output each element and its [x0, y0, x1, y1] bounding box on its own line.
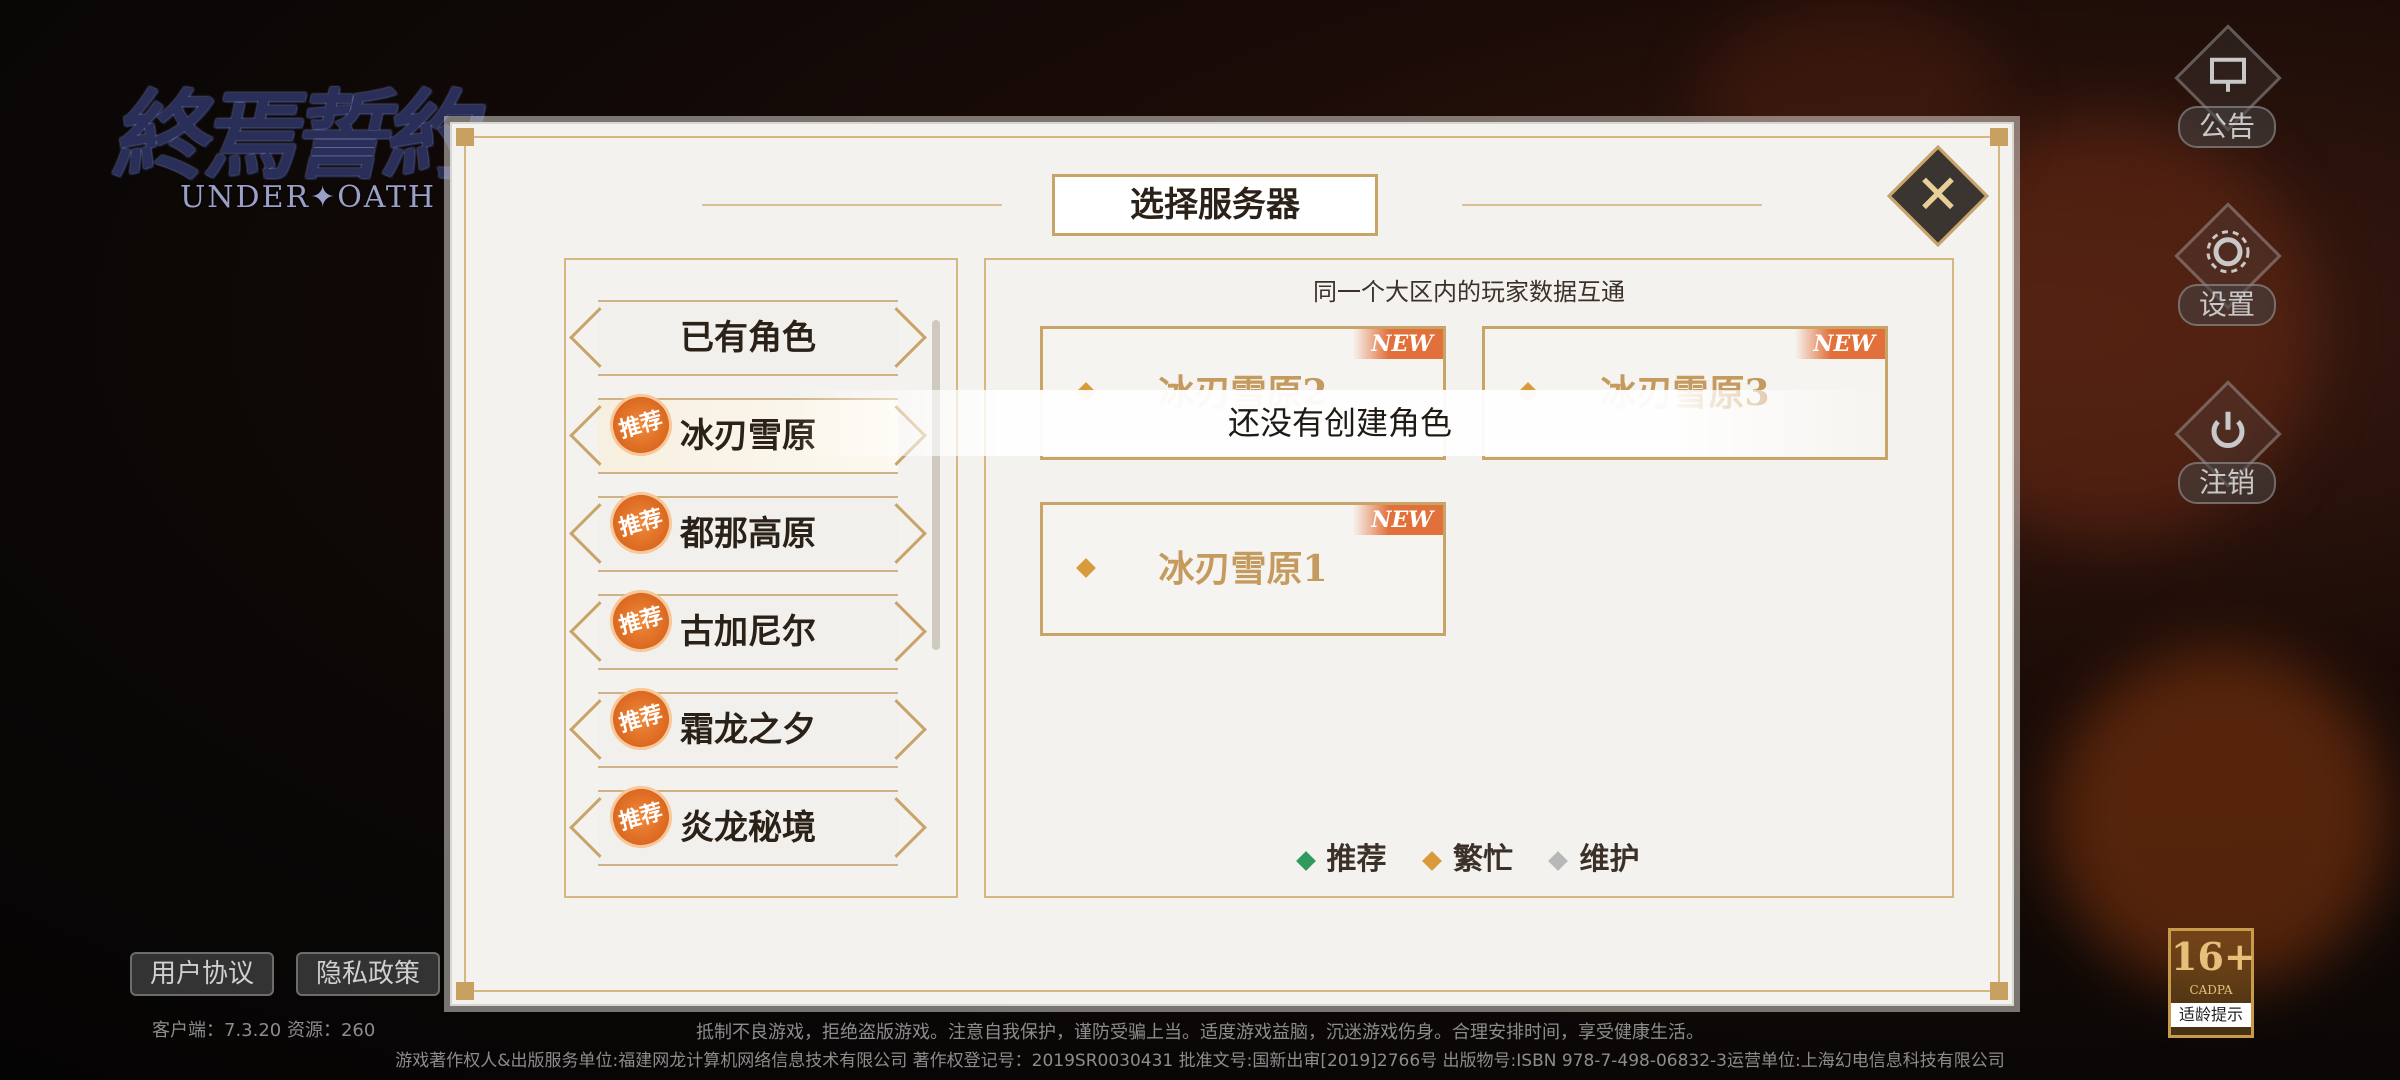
region-item-existing[interactable]: 已有角色: [598, 300, 898, 376]
server-panel: 同一个大区内的玩家数据互通 冰刃雪原2 NEW 冰刃雪原3 NEW 冰刃雪原1 …: [984, 258, 1954, 898]
toast-message: 还没有创建角色: [790, 390, 1890, 456]
recommend-badge: 推荐: [603, 485, 679, 561]
busy-status-icon: [1422, 851, 1442, 871]
recommend-badge: 推荐: [603, 681, 679, 757]
legend-recommend: 推荐: [1295, 834, 1387, 878]
recommend-badge: 推荐: [603, 583, 679, 659]
logout-button[interactable]: 注销: [2170, 380, 2282, 516]
legend-busy: 繁忙: [1422, 834, 1513, 878]
logo-title: 終焉誓約: [106, 79, 491, 192]
title-decoration-right: [1462, 204, 1762, 206]
region-item[interactable]: 推荐 炎龙秘境: [598, 779, 898, 866]
region-label: 都那高原: [680, 514, 816, 554]
logo-subtitle: UNDER✦OATH: [180, 180, 437, 215]
region-label: 古加尼尔: [680, 612, 816, 652]
age-rating-badge[interactable]: 16+ CADPA 适龄提示: [2168, 928, 2256, 1038]
legend-label: 维护: [1579, 842, 1640, 877]
maintenance-status-icon: [1548, 851, 1569, 871]
settings-button[interactable]: 设置: [2170, 202, 2282, 338]
legend-maintenance: 维护: [1548, 834, 1640, 878]
recommend-badge: 推荐: [603, 387, 679, 463]
recommend-badge: 推荐: [603, 779, 679, 855]
dialog-header: 选择服务器: [1012, 174, 1452, 236]
server-card[interactable]: 冰刃雪原1 NEW: [1040, 502, 1446, 636]
logout-label: 注销: [2178, 462, 2276, 504]
region-list: 已有角色 推荐 冰刃雪原 推荐 都那高原 推荐 古加尼尔 推荐 霜龙之夕 推荐 …: [564, 258, 958, 898]
settings-label: 设置: [2178, 284, 2276, 326]
legend-label: 推荐: [1326, 842, 1387, 877]
region-label: 已有角色: [680, 318, 816, 358]
privacy-policy-button[interactable]: 隐私政策: [296, 952, 440, 996]
region-item[interactable]: 推荐 古加尼尔: [598, 583, 898, 670]
title-decoration-left: [702, 204, 1002, 206]
region-label: 炎龙秘境: [680, 808, 816, 848]
corner-ornament: [456, 982, 474, 1000]
list-scrollbar[interactable]: [932, 320, 940, 650]
notice-button[interactable]: 公告: [2170, 24, 2282, 160]
region-info-text: 同一个大区内的玩家数据互通: [1313, 278, 1625, 306]
new-tag: NEW: [1795, 329, 1885, 359]
region-label: 霜龙之夕: [680, 710, 816, 750]
close-icon: ✕: [1915, 163, 1961, 226]
user-agreement-button[interactable]: 用户协议: [130, 952, 274, 996]
corner-ornament: [1990, 128, 2008, 146]
recommend-status-icon: [1295, 851, 1316, 871]
status-legend: 推荐 繁忙 维护: [986, 834, 1952, 878]
corner-ornament: [1990, 982, 2008, 1000]
age-rating: 16+: [2171, 934, 2256, 979]
health-notice: 抵制不良游戏，拒绝盗版游戏。注意自我保护，谨防受骗上当。适度游戏益脑，沉迷游戏伤…: [696, 1022, 1704, 1043]
corner-ornament: [456, 128, 474, 146]
age-rating-label: 适龄提示: [2171, 1003, 2251, 1027]
new-tag: NEW: [1353, 505, 1443, 535]
region-item[interactable]: 推荐 都那高原: [598, 485, 898, 572]
region-item[interactable]: 推荐 霜龙之夕: [598, 681, 898, 768]
new-tag: NEW: [1353, 329, 1443, 359]
copyright-notice: 游戏著作权人&出版服务单位:福建网龙计算机网络信息技术有限公司 著作权登记号：2…: [395, 1051, 2005, 1071]
notice-label: 公告: [2178, 106, 2276, 148]
legend-label: 繁忙: [1453, 842, 1513, 877]
server-select-dialog: 选择服务器 ✕ 已有角色 推荐 冰刃雪原 推荐 都那高原 推荐 古加尼尔 推荐 …: [450, 122, 2014, 1006]
dialog-title: 选择服务器: [1052, 174, 1378, 236]
age-rating-org: CADPA: [2189, 983, 2233, 997]
